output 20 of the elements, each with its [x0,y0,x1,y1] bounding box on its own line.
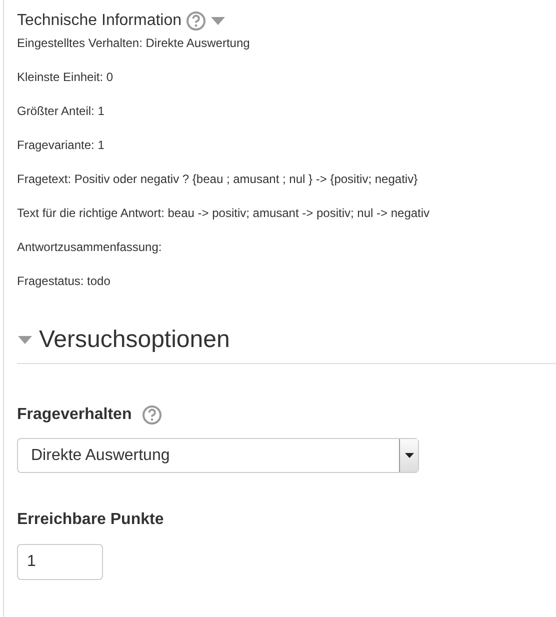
info-text: Text für die richtige Antwort: beau -> positiv; amusant -> positiv; nul -> negativ [17,206,431,220]
points-field[interactable]: 1 [17,544,103,580]
info-text: Fragestatus: todo [17,274,112,288]
help-icon[interactable] [186,11,206,31]
info-text: Fragetext: Positiv oder negativ ? {beau ; amusant ; nul } -> {positiv; negativ} [17,172,419,186]
field-label: Erreichbare Punkte [17,511,164,529]
behaviour-select[interactable]: Direkte Auswertung [17,438,419,473]
caret-icon[interactable] [210,16,226,26]
info-text: Größter Anteil: 1 [17,104,106,118]
info-text: Antwortzusammenfassung: [17,240,163,254]
info-text: Kleinste Einheit: 0 [17,70,114,84]
caret-icon[interactable] [17,335,33,345]
info-text: Fragevariante: 1 [17,138,106,152]
caret-icon [404,453,414,458]
help-icon[interactable] [142,405,162,425]
section-title: Technische Information [17,12,182,30]
dropdown-button[interactable] [399,439,418,472]
field-label: Frageverhalten [17,406,132,424]
section-heading[interactable]: Versuchsoptionen [39,326,230,354]
info-text: Eingestelltes Verhalten: Direkte Auswertung [17,36,251,50]
